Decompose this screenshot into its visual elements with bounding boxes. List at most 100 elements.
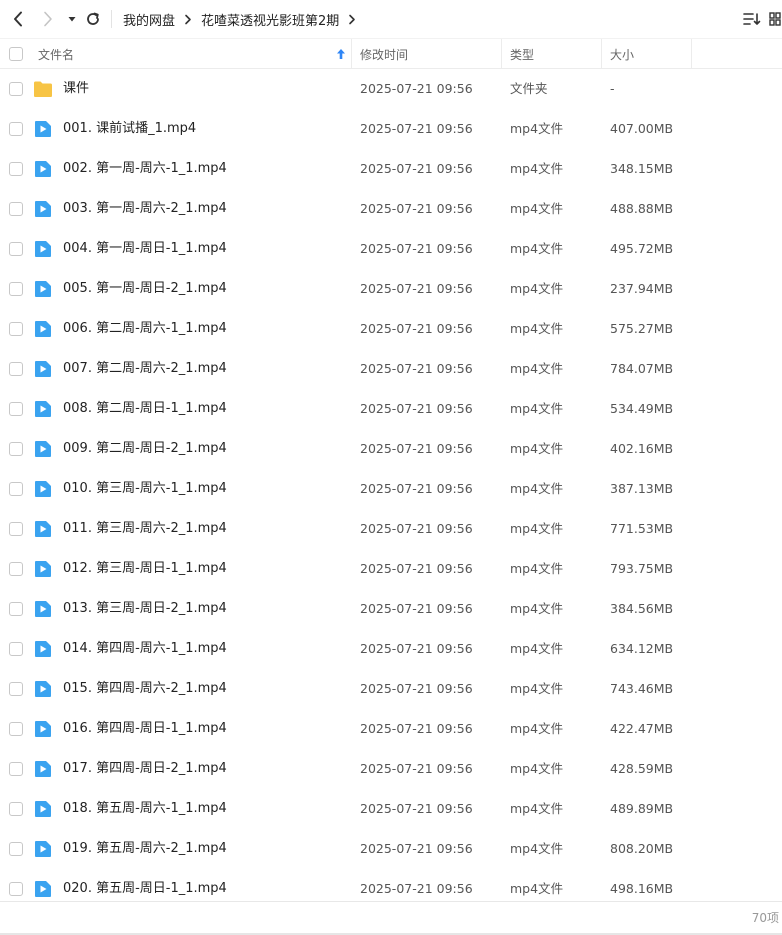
sort-ascending-icon[interactable] — [336, 39, 346, 69]
video-file-icon — [34, 680, 53, 698]
file-name[interactable]: 013. 第三周-周日-2_1.mp4 — [63, 589, 227, 629]
file-size: 498.16MB — [610, 881, 674, 896]
file-name[interactable]: 005. 第一周-周日-2_1.mp4 — [63, 269, 227, 309]
row-checkbox[interactable] — [9, 162, 23, 176]
table-row[interactable]: 016. 第四周-周日-1_1.mp4 2025-07-21 09:56 mp4文件… — [0, 709, 782, 749]
modified-time: 2025-07-21 09:56 — [360, 481, 473, 496]
table-row[interactable]: 011. 第三周-周六-2_1.mp4 2025-07-21 09:56 mp4文件… — [0, 509, 782, 549]
file-name[interactable]: 002. 第一周-周六-1_1.mp4 — [63, 149, 227, 189]
row-checkbox[interactable] — [9, 562, 23, 576]
table-row[interactable]: 009. 第二周-周日-2_1.mp4 2025-07-21 09:56 mp4文件… — [0, 429, 782, 469]
table-row[interactable]: 020. 第五周-周日-1_1.mp4 2025-07-21 09:56 mp4文件… — [0, 869, 782, 901]
video-file-icon — [34, 120, 53, 138]
file-type: mp4文件 — [510, 561, 564, 576]
video-file-icon — [34, 880, 53, 898]
file-name[interactable]: 012. 第三周-周日-1_1.mp4 — [63, 549, 227, 589]
file-name[interactable]: 006. 第二周-周六-1_1.mp4 — [63, 309, 227, 349]
header-size[interactable]: 大小 — [610, 39, 634, 69]
file-name[interactable]: 课件 — [63, 69, 89, 109]
row-checkbox[interactable] — [9, 322, 23, 336]
chevron-right-icon[interactable] — [348, 14, 356, 25]
back-arrow-icon[interactable] — [8, 9, 28, 29]
row-checkbox[interactable] — [9, 482, 23, 496]
modified-time: 2025-07-21 09:56 — [360, 681, 473, 696]
row-checkbox[interactable] — [9, 882, 23, 896]
table-row[interactable]: 017. 第四周-周日-2_1.mp4 2025-07-21 09:56 mp4文件… — [0, 749, 782, 789]
file-type: mp4文件 — [510, 401, 564, 416]
view-toggle-icon[interactable] — [765, 9, 782, 29]
file-name[interactable]: 015. 第四周-周六-2_1.mp4 — [63, 669, 227, 709]
table-row[interactable]: 007. 第二周-周六-2_1.mp4 2025-07-21 09:56 mp4文件… — [0, 349, 782, 389]
row-checkbox[interactable] — [9, 402, 23, 416]
row-checkbox[interactable] — [9, 842, 23, 856]
video-file-icon — [34, 760, 53, 778]
table-row[interactable]: 019. 第五周-周六-2_1.mp4 2025-07-21 09:56 mp4文件… — [0, 829, 782, 869]
table-row[interactable]: 015. 第四周-周六-2_1.mp4 2025-07-21 09:56 mp4文件… — [0, 669, 782, 709]
video-file-icon — [34, 720, 53, 738]
table-row[interactable]: 012. 第三周-周日-1_1.mp4 2025-07-21 09:56 mp4文件… — [0, 549, 782, 589]
column-divider[interactable] — [501, 39, 502, 69]
forward-arrow-icon[interactable] — [38, 9, 58, 29]
file-name[interactable]: 017. 第四周-周日-2_1.mp4 — [63, 749, 227, 789]
table-row[interactable]: 004. 第一周-周日-1_1.mp4 2025-07-21 09:56 mp4文件… — [0, 229, 782, 269]
file-name[interactable]: 020. 第五周-周日-1_1.mp4 — [63, 869, 227, 901]
header-type[interactable]: 类型 — [510, 39, 534, 69]
sort-icon[interactable] — [742, 9, 762, 29]
column-divider[interactable] — [351, 39, 352, 69]
table-row[interactable]: 014. 第四周-周六-1_1.mp4 2025-07-21 09:56 mp4文件… — [0, 629, 782, 669]
row-checkbox[interactable] — [9, 282, 23, 296]
file-name[interactable]: 007. 第二周-周六-2_1.mp4 — [63, 349, 227, 389]
file-name[interactable]: 019. 第五周-周六-2_1.mp4 — [63, 829, 227, 869]
history-dropdown-icon[interactable] — [62, 9, 82, 29]
checkbox[interactable] — [9, 47, 23, 61]
toolbar: 我的网盘 花喳菜透视光影班第2期 — [0, 0, 782, 38]
table-row[interactable]: 002. 第一周-周六-1_1.mp4 2025-07-21 09:56 mp4文件… — [0, 149, 782, 189]
row-checkbox[interactable] — [9, 762, 23, 776]
file-name[interactable]: 014. 第四周-周六-1_1.mp4 — [63, 629, 227, 669]
table-row[interactable]: 008. 第二周-周日-1_1.mp4 2025-07-21 09:56 mp4文件… — [0, 389, 782, 429]
column-divider[interactable] — [601, 39, 602, 69]
file-name[interactable]: 018. 第五周-周六-1_1.mp4 — [63, 789, 227, 829]
select-all-checkbox[interactable] — [9, 39, 23, 69]
file-type: mp4文件 — [510, 361, 564, 376]
row-checkbox[interactable] — [9, 682, 23, 696]
column-divider[interactable] — [691, 39, 692, 69]
file-size: 428.59MB — [610, 761, 674, 776]
table-row[interactable]: 018. 第五周-周六-1_1.mp4 2025-07-21 09:56 mp4文件… — [0, 789, 782, 829]
header-mtime[interactable]: 修改时间 — [360, 39, 408, 69]
row-checkbox[interactable] — [9, 802, 23, 816]
row-checkbox[interactable] — [9, 362, 23, 376]
table-row[interactable]: 003. 第一周-周六-2_1.mp4 2025-07-21 09:56 mp4文件… — [0, 189, 782, 229]
table-row[interactable]: 006. 第二周-周六-1_1.mp4 2025-07-21 09:56 mp4文件… — [0, 309, 782, 349]
file-name[interactable]: 010. 第三周-周六-1_1.mp4 — [63, 469, 227, 509]
table-row[interactable]: 课件 2025-07-21 09:56 文件夹 - — [0, 69, 782, 109]
row-checkbox[interactable] — [9, 642, 23, 656]
file-name[interactable]: 011. 第三周-周六-2_1.mp4 — [63, 509, 227, 549]
refresh-icon[interactable] — [83, 9, 103, 29]
table-row[interactable]: 010. 第三周-周六-1_1.mp4 2025-07-21 09:56 mp4文件… — [0, 469, 782, 509]
table-row[interactable]: 005. 第一周-周日-2_1.mp4 2025-07-21 09:56 mp4文件… — [0, 269, 782, 309]
table-row[interactable]: 001. 课前试播_1.mp4 2025-07-21 09:56 mp4文件 407.… — [0, 109, 782, 149]
file-name[interactable]: 016. 第四周-周日-1_1.mp4 — [63, 709, 227, 749]
row-checkbox[interactable] — [9, 242, 23, 256]
breadcrumb-item-root[interactable]: 我的网盘 — [123, 10, 175, 29]
row-checkbox[interactable] — [9, 602, 23, 616]
file-name[interactable]: 001. 课前试播_1.mp4 — [63, 109, 196, 149]
row-checkbox[interactable] — [9, 122, 23, 136]
file-name[interactable]: 008. 第二周-周日-1_1.mp4 — [63, 389, 227, 429]
file-name[interactable]: 003. 第一周-周六-2_1.mp4 — [63, 189, 227, 229]
row-checkbox[interactable] — [9, 442, 23, 456]
video-file-icon — [34, 800, 53, 818]
file-name[interactable]: 009. 第二周-周日-2_1.mp4 — [63, 429, 227, 469]
file-type: mp4文件 — [510, 241, 564, 256]
row-checkbox[interactable] — [9, 202, 23, 216]
header-name[interactable]: 文件名 — [38, 39, 350, 69]
file-name[interactable]: 004. 第一周-周日-1_1.mp4 — [63, 229, 227, 269]
row-checkbox[interactable] — [9, 522, 23, 536]
header-type-label: 类型 — [510, 47, 535, 62]
row-checkbox[interactable] — [9, 722, 23, 736]
row-checkbox[interactable] — [9, 82, 23, 96]
table-row[interactable]: 013. 第三周-周日-2_1.mp4 2025-07-21 09:56 mp4文件… — [0, 589, 782, 629]
breadcrumb-item-current[interactable]: 花喳菜透视光影班第2期 — [201, 10, 339, 29]
file-size: 743.46MB — [610, 681, 674, 696]
